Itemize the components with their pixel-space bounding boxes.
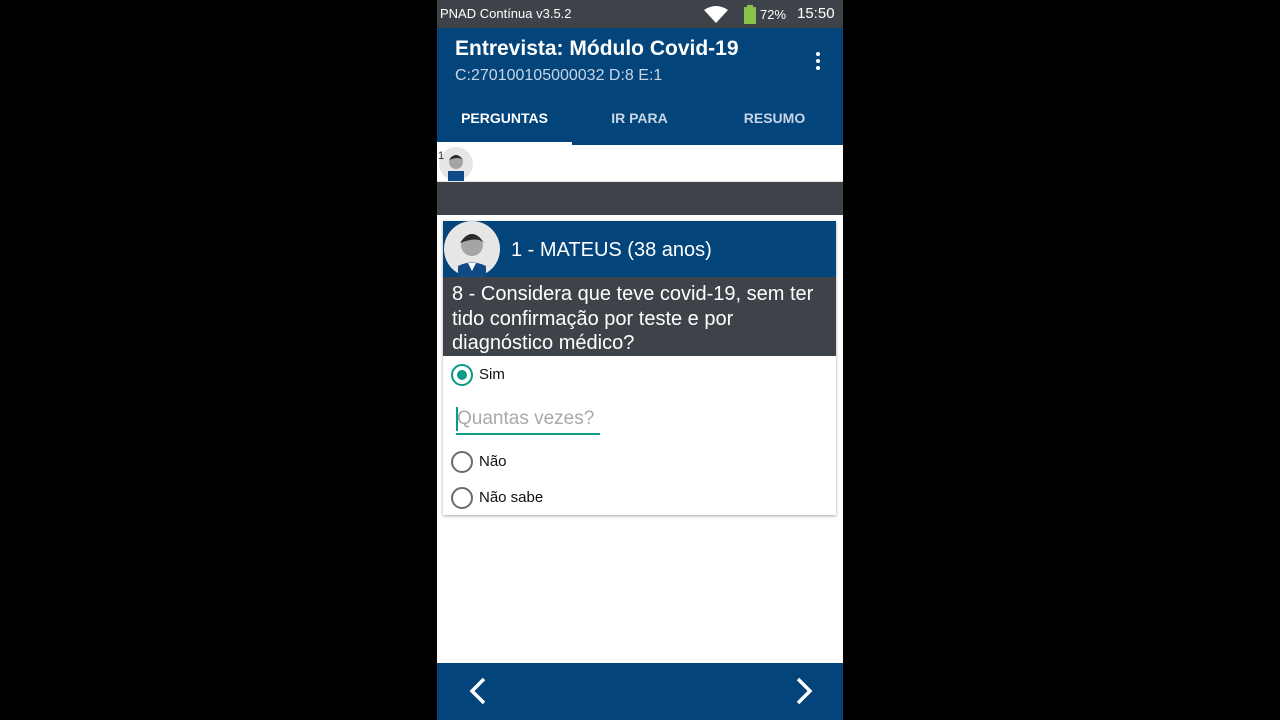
person-name: 1 - MATEUS (38 anos): [511, 239, 712, 261]
status-app-name: PNAD Contínua v3.5.2: [440, 6, 572, 21]
battery-percentage: 72%: [760, 7, 787, 22]
bottom-navigation: [437, 663, 843, 720]
status-bar: PNAD Contínua v3.5.2 72% 15:50: [437, 0, 843, 28]
radio-button[interactable]: [451, 451, 473, 473]
option-label: Não sabe: [479, 489, 544, 506]
device-screen: PNAD Contínua v3.5.2 72% 15:50 Entrevist…: [437, 0, 843, 720]
tab-ir-para[interactable]: IR PARA: [572, 90, 707, 145]
quantity-input[interactable]: [456, 405, 600, 435]
battery-icon: [743, 5, 757, 29]
wifi-icon: [704, 6, 728, 28]
household-member-strip: 1: [437, 145, 843, 182]
interview-code: C:270100105000032 D:8 E:1: [455, 67, 663, 84]
option-sim[interactable]: Sim: [449, 362, 569, 388]
radio-button[interactable]: [451, 364, 473, 386]
option-label: Não: [479, 453, 507, 470]
member-number: 1: [438, 150, 445, 162]
question-text: 8 - Considera que teve covid-19, sem ter…: [443, 277, 836, 356]
page-title: Entrevista: Módulo Covid-19: [455, 37, 739, 60]
app-bar: Entrevista: Módulo Covid-19 C:2701001050…: [437, 28, 843, 145]
text-cursor: [456, 407, 458, 431]
chevron-left-icon[interactable]: [464, 676, 494, 706]
tab-perguntas[interactable]: PERGUNTAS: [437, 90, 572, 145]
radio-button[interactable]: [451, 487, 473, 509]
tab-resumo[interactable]: RESUMO: [707, 90, 842, 145]
option-label: Sim: [479, 366, 505, 383]
section-divider: [437, 182, 843, 215]
option-nao[interactable]: Não: [449, 449, 569, 475]
clock: 15:50: [797, 5, 835, 22]
chevron-right-icon[interactable]: [788, 676, 818, 706]
person-avatar-icon: [444, 221, 501, 282]
option-nao-sabe[interactable]: Não sabe: [449, 485, 599, 511]
tab-bar: PERGUNTAS IR PARA RESUMO: [437, 90, 843, 145]
overflow-menu-icon[interactable]: [809, 50, 827, 72]
person-header: 1 - MATEUS (38 anos): [443, 221, 836, 277]
question-card: 1 - MATEUS (38 anos) 8 - Considera que t…: [443, 221, 836, 515]
